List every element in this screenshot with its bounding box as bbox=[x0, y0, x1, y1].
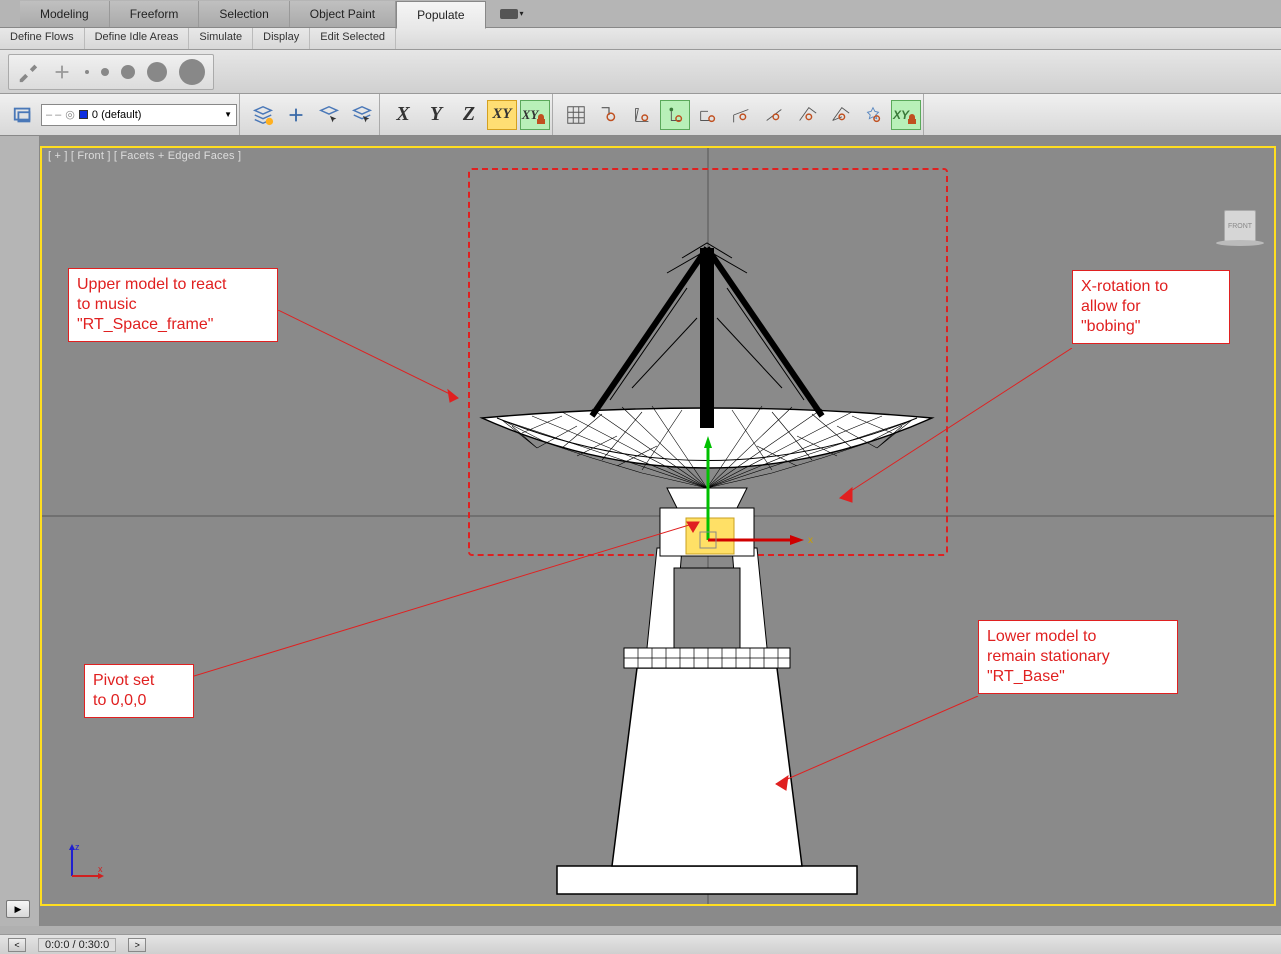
timeline-time-display: 0:0:0 / 0:30:0 bbox=[38, 938, 116, 952]
brush-options-row bbox=[0, 50, 1281, 94]
brush-size-m[interactable] bbox=[121, 65, 135, 79]
viewport-front[interactable]: [ + ] [ Front ] [ Facets + Edged Faces ]… bbox=[40, 146, 1276, 906]
chevron-down-icon: ▼ bbox=[224, 110, 232, 119]
layer-label: 0 (default) bbox=[92, 109, 142, 121]
brush-size-xs[interactable] bbox=[85, 70, 89, 74]
add-brush-icon[interactable] bbox=[51, 61, 73, 83]
brush-size-s[interactable] bbox=[101, 68, 109, 76]
snap-perpendicular-button[interactable] bbox=[627, 100, 657, 130]
set-current-layer-button[interactable] bbox=[347, 100, 377, 130]
layer-dropdown[interactable]: – – ◎ 0 (default) ▼ bbox=[41, 104, 237, 126]
snap-midpoint-button[interactable] bbox=[726, 100, 756, 130]
timeline-scroll-left[interactable]: < bbox=[8, 938, 26, 952]
tab-selection[interactable]: Selection bbox=[199, 1, 289, 27]
brush-size-xl[interactable] bbox=[179, 59, 205, 85]
annotation-pivot: Pivot set to 0,0,0 bbox=[84, 664, 194, 718]
snap-vertex-button[interactable] bbox=[660, 100, 690, 130]
brush-tool-icon[interactable] bbox=[17, 61, 39, 83]
world-axis-gizmo: z x bbox=[66, 842, 106, 882]
viewcube-face[interactable]: FRONT bbox=[1224, 210, 1256, 242]
timeline-bar: < 0:0:0 / 0:30:0 > bbox=[0, 934, 1281, 954]
constraint-z-button[interactable]: Z bbox=[454, 100, 484, 130]
annotation-upper-model: Upper model to react to music "RT_Space_… bbox=[68, 268, 278, 342]
constraint-xy-button[interactable]: XY bbox=[487, 100, 517, 130]
layer-explorer-button[interactable] bbox=[8, 100, 38, 130]
command-panel-gutter bbox=[0, 136, 40, 926]
snap-working-plane-button[interactable]: XY bbox=[891, 100, 921, 130]
subtab-define-flows[interactable]: Define Flows bbox=[0, 28, 85, 49]
snap-pivot-button[interactable] bbox=[594, 100, 624, 130]
ribbon-tabs: Modeling Freeform Selection Object Paint… bbox=[0, 0, 1281, 28]
layer-color-swatch bbox=[79, 110, 88, 119]
snap-face-button[interactable] bbox=[792, 100, 822, 130]
add-to-layer-button[interactable] bbox=[281, 100, 311, 130]
snap-grid-button[interactable] bbox=[561, 100, 591, 130]
tab-modeling[interactable]: Modeling bbox=[20, 1, 110, 27]
annotation-x-rotation: X-rotation to allow for "bobing" bbox=[1072, 270, 1230, 344]
svg-text:z: z bbox=[75, 842, 80, 852]
subtab-edit-selected[interactable]: Edit Selected bbox=[310, 28, 396, 49]
constraint-x-button[interactable]: X bbox=[388, 100, 418, 130]
subtab-define-idle-areas[interactable]: Define Idle Areas bbox=[85, 28, 190, 49]
main-toolbar: – – ◎ 0 (default) ▼ X Y Z XY XY bbox=[0, 94, 1281, 136]
svg-text:x: x bbox=[98, 864, 103, 874]
viewport-area: [ + ] [ Front ] [ Facets + Edged Faces ]… bbox=[0, 136, 1281, 926]
viewport-label[interactable]: [ + ] [ Front ] [ Facets + Edged Faces ] bbox=[48, 150, 241, 162]
annotation-lower-model: Lower model to remain stationary "RT_Bas… bbox=[978, 620, 1178, 694]
ribbon-sub-tabs: Define Flows Define Idle Areas Simulate … bbox=[0, 28, 1281, 50]
constraint-y-button[interactable]: Y bbox=[421, 100, 451, 130]
tab-populate[interactable]: Populate bbox=[396, 1, 485, 29]
tab-freeform[interactable]: Freeform bbox=[110, 1, 200, 27]
timeline-scroll-right[interactable]: > bbox=[128, 938, 146, 952]
select-layer-objects-button[interactable] bbox=[314, 100, 344, 130]
tab-object-paint[interactable]: Object Paint bbox=[290, 1, 396, 27]
gizmo-x-label: x bbox=[808, 535, 813, 546]
ribbon-minimize-toggle[interactable]: ▾ bbox=[500, 9, 524, 19]
constraint-xy-lock-button[interactable]: XY bbox=[520, 100, 550, 130]
subtab-simulate[interactable]: Simulate bbox=[189, 28, 253, 49]
snap-bounding-box-button[interactable] bbox=[858, 100, 888, 130]
snap-grid-point-button[interactable] bbox=[825, 100, 855, 130]
snap-edge-button[interactable] bbox=[759, 100, 789, 130]
snap-endpoint-button[interactable] bbox=[693, 100, 723, 130]
subtab-display[interactable]: Display bbox=[253, 28, 310, 49]
timeline-play-flyout[interactable]: ▶ bbox=[6, 900, 30, 918]
viewcube[interactable]: FRONT bbox=[1216, 210, 1264, 250]
brush-size-l[interactable] bbox=[147, 62, 167, 82]
create-layer-button[interactable] bbox=[248, 100, 278, 130]
